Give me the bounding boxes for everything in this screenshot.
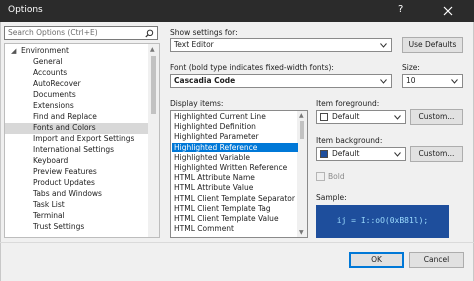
- tree-item-label: General: [33, 57, 63, 66]
- item-foreground-select[interactable]: Default: [316, 110, 406, 124]
- foreground-custom-button[interactable]: Custom...: [410, 109, 463, 125]
- search-icon: [145, 29, 154, 38]
- display-items-label: Display items:: [170, 99, 224, 108]
- display-item[interactable]: Highlighted Definition: [172, 122, 298, 131]
- chevron-down-icon: [380, 79, 387, 84]
- tree-item[interactable]: AutoRecover: [5, 79, 148, 90]
- font-label: Font (bold type indicates fixed-width fo…: [170, 63, 334, 72]
- tree-item-label: Terminal: [33, 211, 65, 220]
- close-button[interactable]: [424, 0, 474, 22]
- tree-scrollbar[interactable]: ▲: [148, 44, 159, 237]
- tree-item-label: Documents: [33, 90, 76, 99]
- display-item[interactable]: HTML Client Template Value: [172, 214, 298, 223]
- display-item[interactable]: HTML Attribute Value: [172, 183, 298, 192]
- display-item[interactable]: HTML Client Template Tag: [172, 204, 298, 213]
- tree-item-label: Fonts and Colors: [33, 123, 96, 132]
- list-scrollbar[interactable]: ▲ ▼: [297, 111, 307, 237]
- display-item[interactable]: Highlighted Current Line: [172, 112, 298, 121]
- item-foreground-value: Default: [332, 112, 360, 121]
- tree-item[interactable]: Find and Replace: [5, 112, 148, 123]
- tree-item[interactable]: International Settings: [5, 145, 148, 156]
- footer-divider: [0, 242, 474, 243]
- tree-item-label: Extensions: [33, 101, 74, 110]
- expand-arrow-icon[interactable]: ◢: [11, 47, 16, 55]
- display-item[interactable]: HTML Attribute Name: [172, 173, 298, 182]
- tree-item[interactable]: Accounts: [5, 68, 148, 79]
- chevron-down-icon: [394, 115, 401, 120]
- item-foreground-label: Item foreground:: [316, 99, 380, 108]
- tree-item[interactable]: Preview Features: [5, 167, 148, 178]
- size-value: 10: [406, 76, 416, 85]
- search-input[interactable]: Search Options (Ctrl+E): [4, 26, 158, 40]
- tree-item-label: Task List: [33, 200, 65, 209]
- tree-item[interactable]: Extensions: [5, 101, 148, 112]
- size-label: Size:: [402, 63, 420, 72]
- tree-item[interactable]: Trust Settings: [5, 222, 148, 233]
- display-item[interactable]: HTML Client Template Separator: [172, 194, 298, 203]
- chevron-down-icon: [380, 43, 387, 48]
- tree-item-label: Environment: [21, 46, 69, 55]
- tree-item-label: Trust Settings: [33, 222, 85, 231]
- tree-item[interactable]: Product Updates: [5, 178, 148, 189]
- scroll-down-icon[interactable]: ▼: [299, 229, 304, 236]
- item-background-label: Item background:: [316, 136, 383, 145]
- tree-item[interactable]: ◢ Environment: [5, 46, 148, 57]
- display-item[interactable]: Highlighted Reference: [172, 142, 298, 152]
- tree-item-label: Accounts: [33, 68, 68, 77]
- sample-label: Sample:: [316, 193, 347, 202]
- item-background-value: Default: [332, 149, 360, 158]
- tree-item[interactable]: Tabs and Windows: [5, 189, 148, 200]
- scroll-up-icon[interactable]: ▲: [299, 112, 304, 119]
- chevron-down-icon: [394, 152, 401, 157]
- background-swatch: [320, 150, 328, 158]
- tree-item[interactable]: Import and Export Settings: [5, 134, 148, 145]
- tree-item[interactable]: Terminal: [5, 211, 148, 222]
- item-background-select[interactable]: Default: [316, 147, 406, 161]
- cancel-button[interactable]: Cancel: [409, 252, 464, 268]
- show-settings-label: Show settings for:: [170, 28, 238, 37]
- tree-item-label: Preview Features: [33, 167, 97, 176]
- tree-item[interactable]: Task List: [5, 200, 148, 211]
- show-settings-select[interactable]: Text Editor: [170, 38, 392, 52]
- tree-item-label: AutoRecover: [33, 79, 81, 88]
- use-defaults-button[interactable]: Use Defaults: [402, 37, 463, 53]
- search-placeholder: Search Options (Ctrl+E): [8, 28, 98, 37]
- scrollbar-thumb[interactable]: [300, 121, 304, 139]
- tree-item-label: Keyboard: [33, 156, 69, 165]
- tree-item-label: Import and Export Settings: [33, 134, 135, 143]
- ok-button[interactable]: OK: [349, 252, 404, 268]
- tree-item-label: Product Updates: [33, 178, 95, 187]
- chevron-down-icon: [451, 79, 458, 84]
- bold-label: Bold: [328, 172, 345, 181]
- window-title: Options: [8, 5, 43, 15]
- tree-item[interactable]: Fonts and Colors: [5, 123, 148, 134]
- close-icon: [443, 6, 453, 16]
- size-select[interactable]: 10: [402, 74, 463, 88]
- tree-item-label: Find and Replace: [33, 112, 97, 121]
- tree-item[interactable]: Keyboard: [5, 156, 148, 167]
- scroll-up-icon[interactable]: ▲: [150, 46, 155, 53]
- display-items-list[interactable]: ▲ ▼ Highlighted Current Line Highlighted …: [170, 110, 308, 238]
- display-item[interactable]: Highlighted Variable: [172, 153, 298, 162]
- display-item[interactable]: Highlighted Written Reference: [172, 163, 298, 172]
- help-button[interactable]: ?: [398, 4, 403, 15]
- display-item[interactable]: HTML Comment: [172, 224, 298, 233]
- font-value: Cascadia Code: [174, 76, 236, 85]
- foreground-swatch: [320, 113, 328, 121]
- tree-item-label: International Settings: [33, 145, 115, 154]
- show-settings-value: Text Editor: [174, 40, 214, 49]
- font-select[interactable]: Cascadia Code: [170, 74, 392, 88]
- scrollbar-thumb[interactable]: [151, 56, 156, 114]
- tree-item-label: Tabs and Windows: [33, 189, 102, 198]
- bold-checkbox[interactable]: [316, 172, 325, 181]
- background-custom-button[interactable]: Custom...: [410, 146, 463, 162]
- sample-text: ij = I::oO(0xB81l);: [336, 216, 429, 225]
- tree-item[interactable]: General: [5, 57, 148, 68]
- options-tree[interactable]: ▲ ◢ Environment General Accounts AutoRecover…: [4, 43, 160, 238]
- title-bar: Options ?: [0, 0, 474, 22]
- sample-preview: ij = I::oO(0xB81l);: [316, 205, 449, 238]
- tree-item[interactable]: Documents: [5, 90, 148, 101]
- display-item[interactable]: Highlighted Parameter: [172, 132, 298, 141]
